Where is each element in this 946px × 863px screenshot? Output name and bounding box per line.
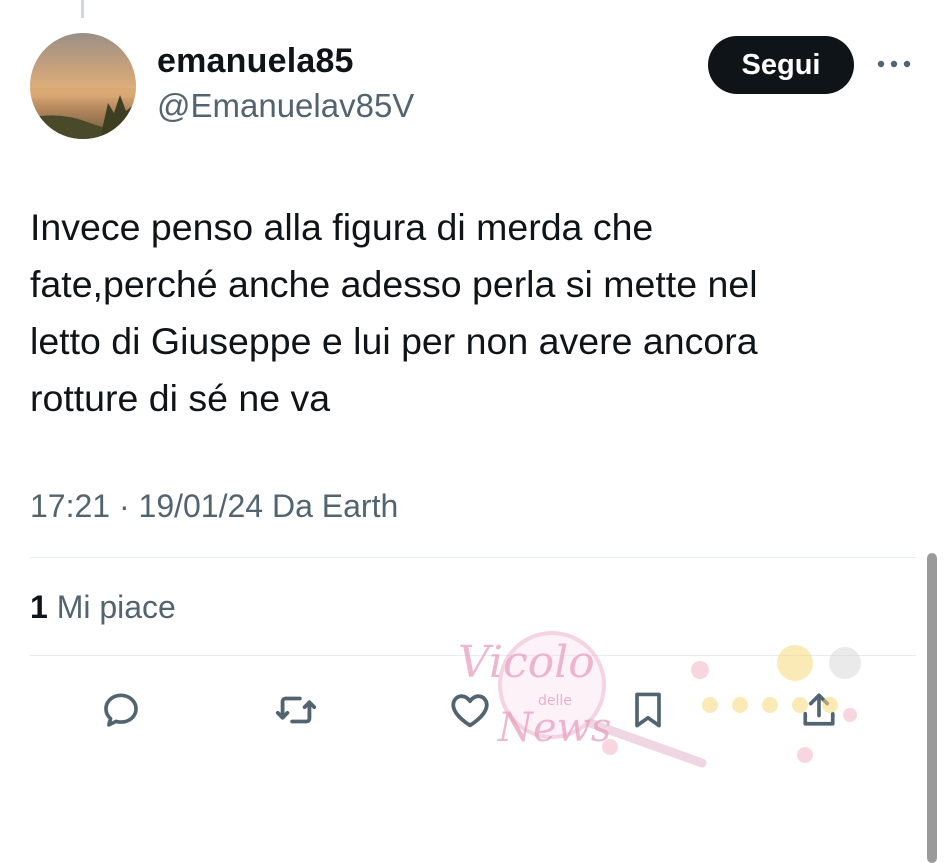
avatar[interactable] — [30, 33, 136, 139]
display-name[interactable]: emanuela85 — [157, 42, 354, 81]
more-options-button[interactable] — [874, 50, 914, 78]
like-button[interactable] — [444, 684, 496, 736]
tweet-date[interactable]: 19/01/24 — [139, 488, 264, 524]
likes-label: Mi piace — [56, 589, 176, 625]
retweet-button[interactable] — [270, 684, 322, 736]
tweet-source: Da Earth — [271, 488, 399, 524]
follow-button[interactable]: Segui — [708, 36, 854, 94]
tweet-text-line: fate,perché anche adesso perla si mette … — [30, 263, 758, 305]
reply-button[interactable] — [95, 684, 147, 736]
watermark-text-main: Vicolo — [458, 637, 595, 688]
divider — [30, 557, 916, 558]
share-icon — [803, 693, 835, 726]
thread-line — [81, 0, 84, 18]
tweet-text: Invece penso alla figura di merda che fa… — [30, 199, 910, 427]
tweet-text-line: letto di Giuseppe e lui per non avere an… — [30, 320, 758, 362]
like-icon — [451, 694, 489, 728]
meta-separator: · — [118, 488, 130, 524]
retweet-icon — [275, 696, 317, 724]
more-horizontal-icon — [877, 60, 911, 68]
likes-count: 1 — [30, 589, 48, 625]
tweet-text-line: rotture di sé ne va — [30, 377, 331, 419]
tweet-time[interactable]: 17:21 — [30, 488, 110, 524]
watermark-text-bottom: News — [497, 705, 611, 751]
divider — [30, 655, 916, 656]
bookmark-icon — [635, 692, 661, 728]
tweet-detail-page: emanuela85 @Emanuelav85V Segui Invece pe… — [0, 0, 946, 863]
user-handle[interactable]: @Emanuelav85V — [157, 87, 414, 125]
reply-icon — [104, 693, 138, 727]
likes-count-link[interactable]: 1 Mi piace — [30, 589, 176, 626]
bookmark-button[interactable] — [622, 684, 674, 736]
share-button[interactable] — [793, 684, 845, 736]
tweet-meta: 17:21 · 19/01/24 Da Earth — [30, 488, 398, 525]
watermark-text-small: delle — [538, 693, 572, 709]
scrollbar[interactable] — [927, 553, 937, 863]
tweet-text-line: Invece penso alla figura di merda che — [30, 206, 654, 248]
avatar-image — [30, 33, 136, 139]
